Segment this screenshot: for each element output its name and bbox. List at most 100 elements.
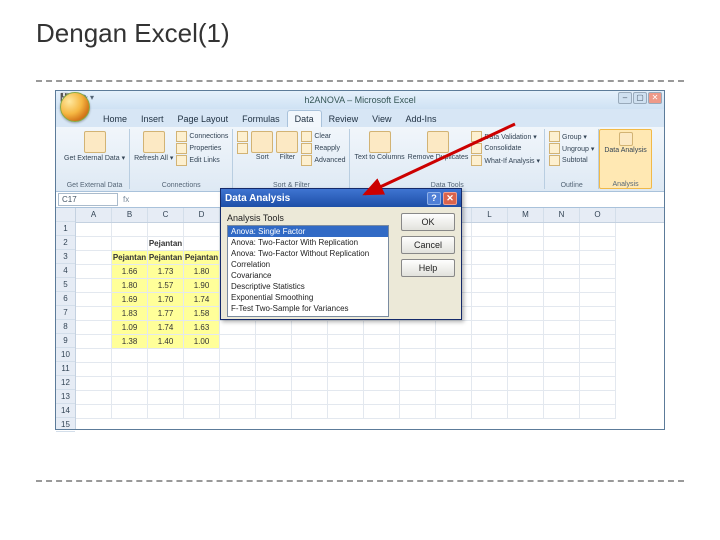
cell[interactable] bbox=[184, 363, 220, 377]
tab-insert[interactable]: Insert bbox=[134, 111, 171, 127]
cell[interactable]: 1.40 bbox=[148, 335, 184, 349]
cell[interactable] bbox=[436, 335, 472, 349]
cell[interactable]: 1.09 bbox=[112, 321, 148, 335]
cell[interactable] bbox=[544, 279, 580, 293]
cell[interactable] bbox=[472, 279, 508, 293]
cell[interactable] bbox=[328, 349, 364, 363]
list-item[interactable]: Correlation bbox=[228, 259, 388, 270]
cell[interactable] bbox=[148, 377, 184, 391]
row-headers[interactable]: 123456789101112131415 bbox=[56, 208, 76, 429]
cell[interactable]: Pejantan 2 bbox=[148, 251, 184, 265]
cell[interactable] bbox=[76, 335, 112, 349]
cell[interactable] bbox=[544, 377, 580, 391]
remove-duplicates-button[interactable]: Remove Duplicates bbox=[408, 131, 469, 161]
clear-button[interactable]: Clear bbox=[301, 131, 345, 142]
cell[interactable]: 1.58 bbox=[184, 307, 220, 321]
cell[interactable] bbox=[184, 405, 220, 419]
cell[interactable]: 1.80 bbox=[184, 265, 220, 279]
cell[interactable] bbox=[508, 349, 544, 363]
cell[interactable] bbox=[328, 405, 364, 419]
row-header-7[interactable]: 7 bbox=[56, 306, 75, 320]
cell[interactable] bbox=[508, 237, 544, 251]
cell[interactable] bbox=[508, 223, 544, 237]
cell[interactable] bbox=[76, 279, 112, 293]
cell[interactable] bbox=[580, 223, 616, 237]
cell[interactable] bbox=[292, 391, 328, 405]
cell[interactable] bbox=[76, 307, 112, 321]
cell[interactable] bbox=[472, 321, 508, 335]
row-header-13[interactable]: 13 bbox=[56, 390, 75, 404]
cell[interactable] bbox=[364, 321, 400, 335]
group-button[interactable]: Group ▾ bbox=[549, 131, 594, 142]
cell[interactable] bbox=[508, 293, 544, 307]
cell[interactable] bbox=[76, 363, 112, 377]
cell[interactable] bbox=[76, 377, 112, 391]
cell[interactable] bbox=[76, 321, 112, 335]
sort-za-button[interactable] bbox=[237, 143, 248, 154]
cell[interactable] bbox=[292, 335, 328, 349]
cell[interactable] bbox=[112, 223, 148, 237]
col-header-O[interactable]: O bbox=[580, 208, 616, 222]
cell[interactable] bbox=[580, 237, 616, 251]
cell[interactable] bbox=[292, 321, 328, 335]
cell[interactable] bbox=[508, 377, 544, 391]
cell[interactable] bbox=[328, 363, 364, 377]
properties-button[interactable]: Properties bbox=[176, 143, 228, 154]
row-header-14[interactable]: 14 bbox=[56, 404, 75, 418]
col-header-A[interactable]: A bbox=[76, 208, 112, 222]
cell[interactable]: 1.74 bbox=[184, 293, 220, 307]
tab-data[interactable]: Data bbox=[287, 110, 322, 127]
list-item[interactable]: Anova: Single Factor bbox=[228, 226, 388, 237]
name-box[interactable]: C17 bbox=[58, 193, 118, 206]
cell[interactable]: Pejantan bbox=[148, 237, 184, 251]
cell[interactable] bbox=[580, 307, 616, 321]
cell[interactable]: Pejantan 1 bbox=[112, 251, 148, 265]
cell[interactable] bbox=[364, 335, 400, 349]
cell[interactable] bbox=[220, 321, 256, 335]
cell[interactable] bbox=[472, 405, 508, 419]
list-item[interactable]: Anova: Two-Factor Without Replication bbox=[228, 248, 388, 259]
cell[interactable] bbox=[256, 335, 292, 349]
data-analysis-button[interactable]: Data Analysis bbox=[604, 132, 646, 154]
cell[interactable]: 1.83 bbox=[112, 307, 148, 321]
data-validation-button[interactable]: Data Validation ▾ bbox=[471, 131, 540, 142]
cell[interactable] bbox=[364, 349, 400, 363]
cell[interactable]: 1.70 bbox=[148, 293, 184, 307]
cell[interactable] bbox=[580, 251, 616, 265]
advanced-button[interactable]: Advanced bbox=[301, 155, 345, 166]
help-button[interactable]: Help bbox=[401, 259, 455, 277]
cell[interactable] bbox=[508, 335, 544, 349]
cell[interactable] bbox=[148, 363, 184, 377]
cell[interactable] bbox=[400, 335, 436, 349]
dialog-title-bar[interactable]: Data Analysis ? ✕ bbox=[221, 189, 461, 207]
list-item[interactable]: Fourier Analysis bbox=[228, 314, 388, 317]
cell[interactable]: 1.90 bbox=[184, 279, 220, 293]
cell[interactable] bbox=[580, 377, 616, 391]
minimize-button[interactable]: – bbox=[618, 92, 632, 104]
col-header-N[interactable]: N bbox=[544, 208, 580, 222]
cell[interactable] bbox=[292, 349, 328, 363]
consolidate-button[interactable]: Consolidate bbox=[471, 143, 540, 154]
cell[interactable] bbox=[544, 321, 580, 335]
cell[interactable] bbox=[148, 405, 184, 419]
list-item[interactable]: Covariance bbox=[228, 270, 388, 281]
cell[interactable] bbox=[472, 293, 508, 307]
cell[interactable] bbox=[148, 349, 184, 363]
dialog-help-icon[interactable]: ? bbox=[427, 192, 441, 205]
cell[interactable] bbox=[400, 377, 436, 391]
list-item[interactable]: Descriptive Statistics bbox=[228, 281, 388, 292]
cell[interactable] bbox=[220, 349, 256, 363]
cell[interactable] bbox=[580, 335, 616, 349]
filter-button[interactable]: Filter bbox=[276, 131, 298, 161]
cell[interactable] bbox=[364, 405, 400, 419]
connections-button[interactable]: Connections bbox=[176, 131, 228, 142]
cell[interactable] bbox=[400, 349, 436, 363]
row-header-15[interactable]: 15 bbox=[56, 418, 75, 432]
edit-links-button[interactable]: Edit Links bbox=[176, 155, 228, 166]
cell[interactable] bbox=[184, 349, 220, 363]
tab-review[interactable]: Review bbox=[322, 111, 366, 127]
cell[interactable] bbox=[544, 335, 580, 349]
cell[interactable] bbox=[184, 237, 220, 251]
cell[interactable]: Pejantan 3 bbox=[184, 251, 220, 265]
ungroup-button[interactable]: Ungroup ▾ bbox=[549, 143, 594, 154]
